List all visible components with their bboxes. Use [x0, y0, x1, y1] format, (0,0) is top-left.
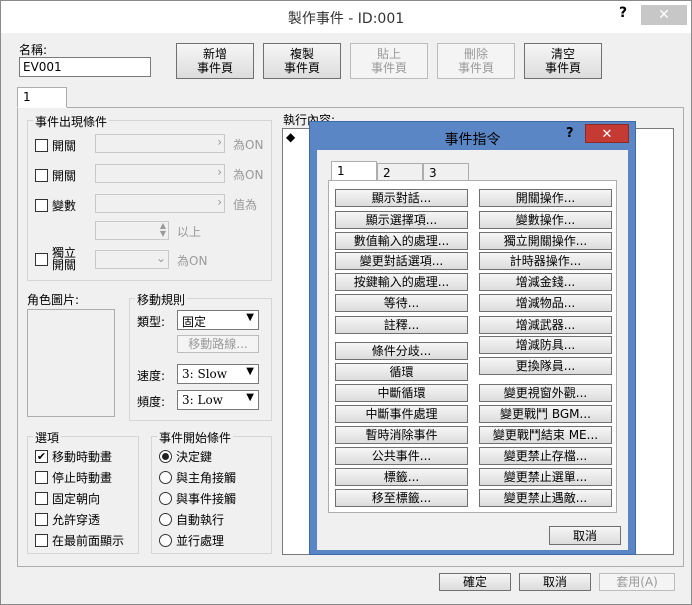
variable-value-spinner[interactable]: ▲ ▼	[95, 221, 169, 240]
trigger-action-button[interactable]: 決定鍵	[159, 448, 212, 465]
speed-select[interactable]: 3: Slow ▼	[177, 364, 259, 384]
variable-select[interactable]: ›	[95, 194, 225, 213]
self-switch-select[interactable]: ⌄	[95, 250, 169, 269]
cmd-right-2[interactable]: 獨立開關操作...	[479, 232, 612, 250]
cmd-right-5[interactable]: 增減物品...	[479, 294, 612, 312]
switch2-checkbox[interactable]: 開關	[35, 167, 76, 184]
move-type-label: 類型:	[137, 315, 166, 329]
paste-page-button[interactable]: 貼上 事件頁	[350, 43, 428, 79]
trigger-event-touch[interactable]: 與事件接觸	[159, 490, 236, 507]
option-through[interactable]: 允許穿透	[35, 511, 100, 528]
switch1-is-on: 為ON	[233, 138, 264, 152]
switch1-select[interactable]: ›	[95, 134, 225, 153]
options-title: 選項	[33, 429, 62, 446]
window-title: 製作事件 - ID:001	[287, 11, 405, 27]
move-route-button[interactable]: 移動路線...	[177, 335, 259, 353]
graphic-label: 角色圖片:	[27, 293, 80, 307]
trigger-player-touch[interactable]: 與主角接觸	[159, 469, 236, 486]
cmd-right-13[interactable]: 變更禁止選單...	[479, 468, 612, 486]
cmd-left-2[interactable]: 數值輸入的處理...	[335, 232, 468, 250]
cmd-right-3[interactable]: 計時器操作...	[479, 252, 612, 270]
page-tab-1[interactable]: 1	[17, 87, 67, 108]
new-page-button[interactable]: 新增 事件頁	[176, 43, 254, 79]
cmd-left-7[interactable]: 條件分歧...	[335, 342, 468, 360]
cmd-right-14[interactable]: 變更禁止遇敵...	[479, 489, 612, 507]
frequency-label: 頻度:	[137, 395, 166, 409]
copy-page-button[interactable]: 複製 事件頁	[263, 43, 341, 79]
cmd-left-6[interactable]: 註釋...	[335, 316, 468, 334]
cmd-right-10[interactable]: 變更戰鬥 BGM...	[479, 405, 612, 423]
cmd-left-0[interactable]: 顯示對話...	[335, 189, 468, 207]
cmd-right-0[interactable]: 開關操作...	[479, 189, 612, 207]
cmd-left-4[interactable]: 按鍵輸入的處理...	[335, 273, 468, 291]
name-label: 名稱:	[19, 43, 48, 57]
dialog-help-icon[interactable]: ?	[566, 126, 574, 141]
option-move-animation[interactable]: ✔ 移動時動畫	[35, 448, 112, 465]
frequency-select[interactable]: 3: Low ▼	[177, 390, 259, 410]
cmd-left-11[interactable]: 暫時消除事件	[335, 426, 468, 444]
switch1-checkbox[interactable]: 開關	[35, 137, 76, 154]
movement-title: 移動規則	[135, 291, 188, 308]
cmd-right-12[interactable]: 變更禁止存檔...	[479, 447, 612, 465]
dialog-close-button[interactable]: ✕	[585, 124, 629, 143]
switch2-is-on: 為ON	[233, 168, 264, 182]
cmd-left-12[interactable]: 公共事件...	[335, 447, 468, 465]
graphic-preview[interactable]	[27, 309, 115, 417]
trigger-parallel[interactable]: 並行處理	[159, 532, 224, 549]
variable-checkbox[interactable]: 變數	[35, 197, 76, 214]
speed-label: 速度:	[137, 369, 166, 383]
dialog-tab-2[interactable]: 2	[377, 163, 423, 181]
cmd-left-5[interactable]: 等待...	[335, 294, 468, 312]
cmd-right-8[interactable]: 更換隊員...	[479, 357, 612, 375]
cmd-right-4[interactable]: 增減金錢...	[479, 273, 612, 291]
apply-button[interactable]: 套用(A)	[599, 573, 675, 591]
clear-page-button[interactable]: 清空 事件頁	[524, 43, 602, 79]
variable-is-value: 值為	[233, 198, 258, 212]
contents-marker[interactable]: ◆	[286, 130, 295, 144]
dialog-body: 1 2 3 顯示對話... 顯示選擇項... 數值輸入的處理... 變更對話選項...…	[317, 150, 628, 550]
cmd-right-1[interactable]: 變數操作...	[479, 211, 612, 229]
cmd-left-9[interactable]: 中斷循環	[335, 384, 468, 402]
trigger-title: 事件開始條件	[157, 429, 234, 446]
help-icon[interactable]: ?	[619, 5, 627, 21]
name-input[interactable]: EV001	[19, 57, 151, 77]
switch2-select[interactable]: ›	[95, 164, 225, 183]
option-direction-fix[interactable]: 固定朝向	[35, 490, 100, 507]
self-switch-checkbox[interactable]: 獨立 開關	[35, 247, 76, 271]
conditions-title: 事件出現條件	[33, 113, 110, 130]
title-bar: 製作事件 - ID:001 ? ✕	[1, 1, 691, 33]
ok-button[interactable]: 確定	[439, 573, 511, 591]
dialog-tab-3[interactable]: 3	[423, 163, 469, 181]
cmd-right-11[interactable]: 變更戰鬥結束 ME...	[479, 426, 612, 444]
cmd-right-7[interactable]: 增減防具...	[479, 336, 612, 354]
trigger-autorun[interactable]: 自動執行	[159, 511, 224, 528]
close-button[interactable]: ✕	[641, 5, 687, 25]
cmd-right-9[interactable]: 變更視窗外觀...	[479, 384, 612, 402]
cmd-right-6[interactable]: 增減武器...	[479, 316, 612, 334]
option-always-on-top[interactable]: 在最前面顯示	[35, 532, 124, 549]
option-stop-animation[interactable]: 停止時動畫	[35, 469, 112, 486]
cmd-left-3[interactable]: 變更對話選項...	[335, 252, 468, 270]
delete-page-button[interactable]: 刪除 事件頁	[437, 43, 515, 79]
cmd-left-1[interactable]: 顯示選擇項...	[335, 211, 468, 229]
cmd-left-13[interactable]: 標籤...	[335, 468, 468, 486]
or-above-label: 以上	[177, 225, 202, 239]
dialog-tab-1[interactable]: 1	[331, 161, 377, 181]
cmd-left-14[interactable]: 移至標籤...	[335, 489, 468, 507]
cmd-left-8[interactable]: 循環	[335, 363, 468, 381]
dialog-cancel-button[interactable]: 取消	[549, 526, 621, 545]
cancel-button[interactable]: 取消	[519, 573, 591, 591]
event-command-dialog: 事件指令 ? ✕ 1 2 3 顯示對話... 顯示選擇項... 數值輸入的處理...…	[309, 121, 636, 555]
self-switch-is-on: 為ON	[177, 254, 208, 268]
move-type-select[interactable]: 固定 ▼	[177, 310, 259, 330]
cmd-left-10[interactable]: 中斷事件處理	[335, 405, 468, 423]
